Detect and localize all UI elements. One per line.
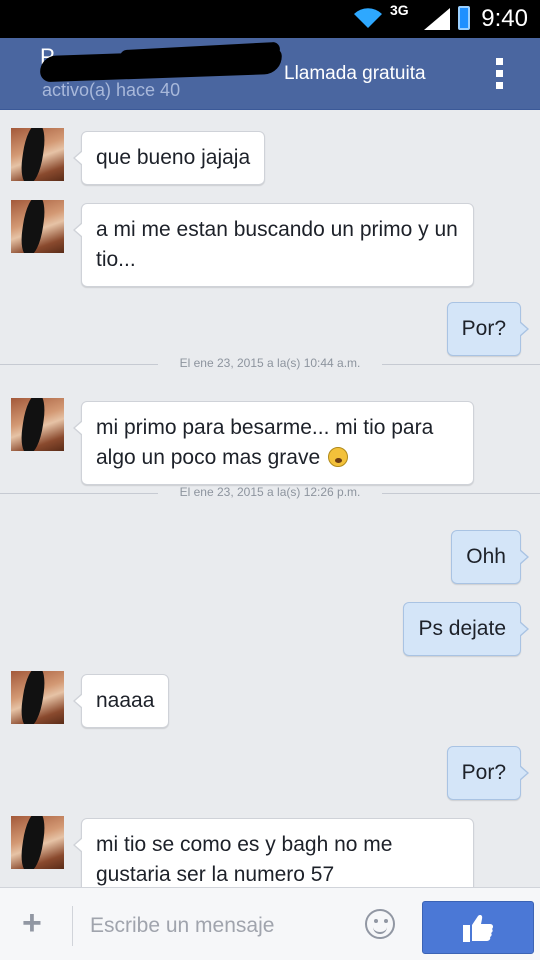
outgoing-message[interactable]: Por? [446, 746, 530, 800]
battery-icon [458, 6, 470, 30]
signal-icon [424, 8, 450, 30]
clock: 9:40 [481, 5, 528, 32]
timestamp-divider: El ene 23, 2015 a la(s) 12:26 p.m. [0, 483, 540, 503]
timestamp-text: El ene 23, 2015 a la(s) 10:44 a.m. [179, 356, 361, 370]
outgoing-message[interactable]: Ohh [451, 530, 529, 584]
active-status: activo(a) hace 40 [42, 80, 181, 100]
incoming-message[interactable]: mi tio se como es y bagh no me gustaria … [73, 818, 474, 887]
status-bar: 3G 9:40 [0, 0, 540, 38]
divider [72, 906, 73, 946]
incoming-message[interactable]: naaaa [72, 674, 170, 728]
outgoing-message[interactable]: Por? [446, 302, 530, 356]
timestamp-divider: El ene 23, 2015 a la(s) 10:44 a.m. [0, 354, 540, 374]
message-composer: + [0, 887, 540, 960]
wifi-icon [354, 8, 382, 28]
free-call-button[interactable]: Llamada gratuita [284, 63, 426, 85]
conversation-header: P activo(a) hace 40 Llamada gratuita [0, 38, 540, 110]
smiley-icon[interactable] [365, 909, 395, 939]
thumbs-up-icon [463, 915, 494, 942]
contact-avatar[interactable] [11, 128, 64, 181]
contact-avatar[interactable] [11, 398, 64, 451]
fearful-face-emoji-icon [327, 447, 348, 467]
incoming-message[interactable]: que bueno jajaja [72, 131, 266, 185]
incoming-message[interactable]: a mi me estan buscando un primo y un tio… [73, 203, 474, 287]
network-type: 3G [390, 2, 409, 18]
overflow-menu-icon[interactable] [492, 58, 506, 92]
plus-icon[interactable]: + [22, 904, 42, 943]
message-input[interactable] [82, 906, 352, 946]
message-list[interactable]: que bueno jajaja a mi me estan buscando … [0, 110, 540, 887]
contact-avatar[interactable] [11, 200, 64, 253]
contact-avatar[interactable] [11, 816, 64, 869]
contact-avatar[interactable] [11, 671, 64, 724]
timestamp-text: El ene 23, 2015 a la(s) 12:26 p.m. [179, 485, 361, 499]
like-button[interactable] [422, 901, 534, 954]
incoming-message[interactable]: mi primo para besarme... mi tio para alg… [73, 401, 474, 485]
outgoing-message[interactable]: Ps dejate [403, 602, 529, 656]
